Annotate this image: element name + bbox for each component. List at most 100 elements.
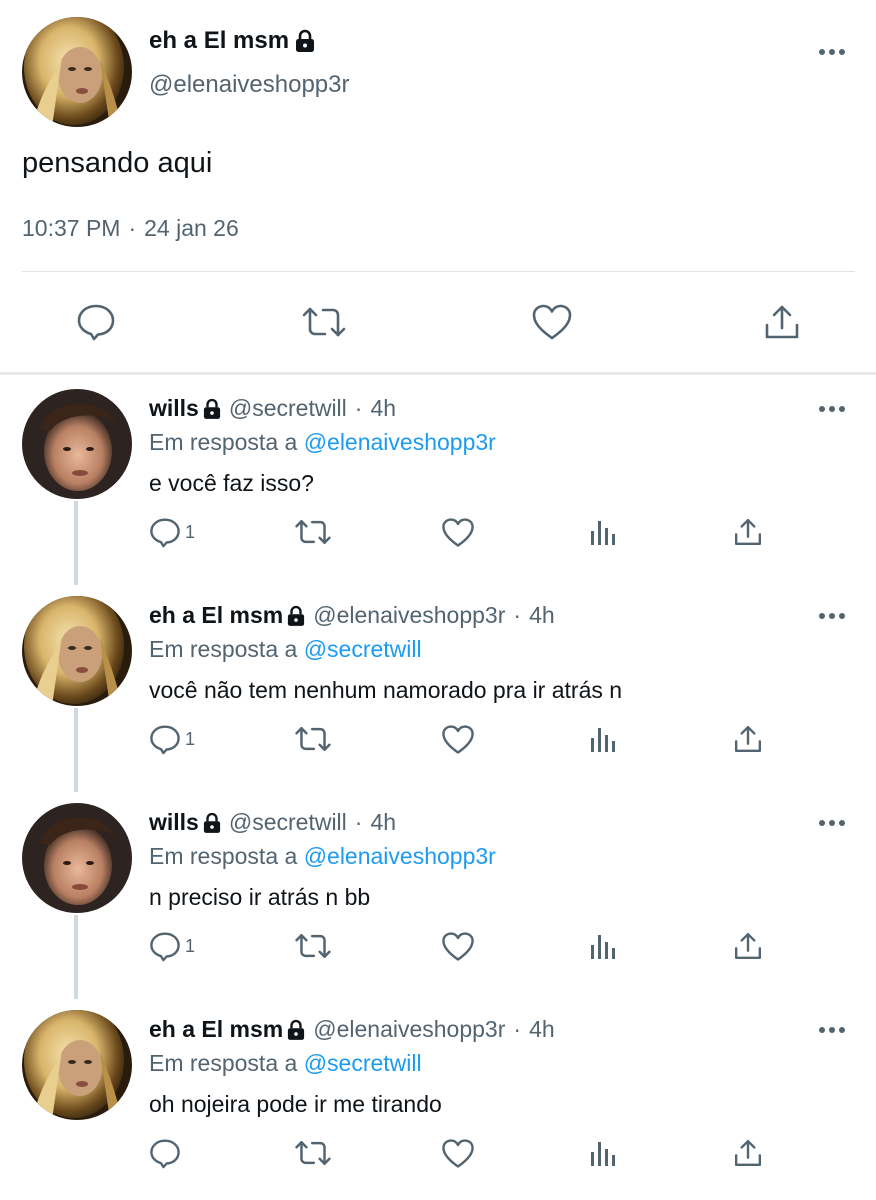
main-tweet: eh a El msm @elenaiveshopp3r pensando aq… (0, 0, 876, 372)
lock-icon (203, 398, 221, 420)
avatar[interactable] (22, 596, 132, 706)
retweet-button[interactable] (294, 514, 332, 550)
replying-to-label: Em resposta a (149, 1050, 298, 1076)
share-icon (733, 931, 763, 961)
lock-icon (287, 605, 305, 627)
thread-line (74, 708, 78, 792)
share-icon (733, 724, 763, 754)
share-button[interactable] (733, 721, 763, 757)
mention-link[interactable]: @secretwill (304, 636, 422, 662)
meta-separator: · (354, 809, 363, 835)
like-icon (441, 1138, 475, 1169)
more-options-icon[interactable] (818, 1026, 846, 1034)
like-icon (441, 517, 475, 548)
replying-to: Em resposta a @elenaiveshopp3r (149, 843, 496, 870)
reply-button[interactable]: 1 (149, 514, 195, 550)
reply-icon (149, 1138, 181, 1169)
retweet-icon (294, 1139, 332, 1167)
reply-button[interactable]: 1 (149, 721, 195, 757)
tweet-timestamp[interactable]: 10:37 PM · 24 jan 26 (22, 215, 239, 242)
more-options-icon[interactable] (818, 405, 846, 413)
reply-tweet: wills @secretwill · 4h Em resposta a @el… (0, 789, 876, 999)
share-button[interactable] (760, 300, 804, 344)
divider (22, 271, 855, 272)
retweet-button[interactable] (294, 928, 332, 964)
like-button[interactable] (441, 721, 475, 757)
analytics-icon (590, 1139, 618, 1167)
author-name[interactable]: eh a El msm (149, 27, 289, 55)
reply-tweet: eh a El msm @elenaiveshopp3r · 4h Em res… (0, 996, 876, 1200)
tweet-date: 24 jan 26 (144, 215, 239, 241)
avatar[interactable] (22, 17, 132, 127)
author-name[interactable]: eh a El msm (149, 1016, 283, 1043)
share-button[interactable] (733, 514, 763, 550)
lock-icon (203, 812, 221, 834)
share-button[interactable] (733, 928, 763, 964)
tweet-text: você não tem nenhum namorado pra ir atrá… (149, 677, 623, 703)
share-button[interactable] (733, 1135, 763, 1171)
tweet-text: pensando aqui (22, 147, 213, 179)
author-handle[interactable]: @secretwill (229, 809, 347, 836)
reply-icon (149, 724, 181, 755)
like-button[interactable] (530, 300, 574, 344)
lock-icon (295, 29, 315, 53)
more-options-icon[interactable] (818, 612, 846, 620)
analytics-icon (590, 725, 618, 753)
meta-separator: · (513, 602, 522, 628)
like-icon (531, 303, 573, 341)
meta-separator: · (513, 1016, 522, 1042)
analytics-icon (590, 932, 618, 960)
author-handle[interactable]: @secretwill (229, 395, 347, 422)
like-button[interactable] (441, 928, 475, 964)
author-handle[interactable]: @elenaiveshopp3r (313, 1016, 505, 1043)
replying-to-label: Em resposta a (149, 843, 298, 869)
tweet-time[interactable]: 4h (370, 809, 396, 836)
replying-to: Em resposta a @secretwill (149, 636, 422, 663)
retweet-icon (294, 932, 332, 960)
analytics-button[interactable] (590, 928, 618, 964)
share-icon (733, 1138, 763, 1168)
tweet-time[interactable]: 4h (370, 395, 396, 422)
retweet-button[interactable] (294, 1135, 332, 1171)
avatar[interactable] (22, 389, 132, 499)
replying-to-label: Em resposta a (149, 429, 298, 455)
reply-count: 1 (185, 728, 196, 749)
author-name[interactable]: wills (149, 809, 199, 836)
reply-icon (149, 931, 181, 962)
thread-line (74, 501, 78, 585)
reply-button[interactable] (149, 1135, 181, 1171)
tweet-time[interactable]: 4h (529, 602, 555, 629)
mention-link[interactable]: @secretwill (304, 1050, 422, 1076)
retweet-button[interactable] (294, 721, 332, 757)
author-name[interactable]: eh a El msm (149, 602, 283, 629)
tweet-time[interactable]: 4h (529, 1016, 555, 1043)
more-options-icon[interactable] (818, 819, 846, 827)
mention-link[interactable]: @elenaiveshopp3r (304, 843, 496, 869)
share-icon (733, 517, 763, 547)
author-name[interactable]: wills (149, 395, 199, 422)
more-options-icon[interactable] (818, 48, 846, 56)
author-handle[interactable]: @elenaiveshopp3r (149, 71, 350, 99)
lock-icon (287, 1019, 305, 1041)
avatar[interactable] (22, 1010, 132, 1120)
like-button[interactable] (441, 1135, 475, 1171)
reply-icon (76, 303, 116, 341)
like-button[interactable] (441, 514, 475, 550)
avatar[interactable] (22, 803, 132, 913)
analytics-button[interactable] (590, 1135, 618, 1171)
retweet-icon (301, 305, 347, 339)
tweet-time: 10:37 PM (22, 215, 121, 241)
analytics-button[interactable] (590, 514, 618, 550)
reply-tweet: wills @secretwill · 4h Em resposta a @el… (0, 375, 876, 585)
reply-button[interactable]: 1 (149, 928, 195, 964)
replying-to: Em resposta a @elenaiveshopp3r (149, 429, 496, 456)
retweet-button[interactable] (302, 300, 346, 344)
share-icon (763, 303, 801, 341)
analytics-button[interactable] (590, 721, 618, 757)
replying-to: Em resposta a @secretwill (149, 1050, 422, 1077)
replying-to-label: Em resposta a (149, 636, 298, 662)
mention-link[interactable]: @elenaiveshopp3r (304, 429, 496, 455)
author-handle[interactable]: @elenaiveshopp3r (313, 602, 505, 629)
reply-button[interactable] (74, 300, 118, 344)
retweet-icon (294, 518, 332, 546)
